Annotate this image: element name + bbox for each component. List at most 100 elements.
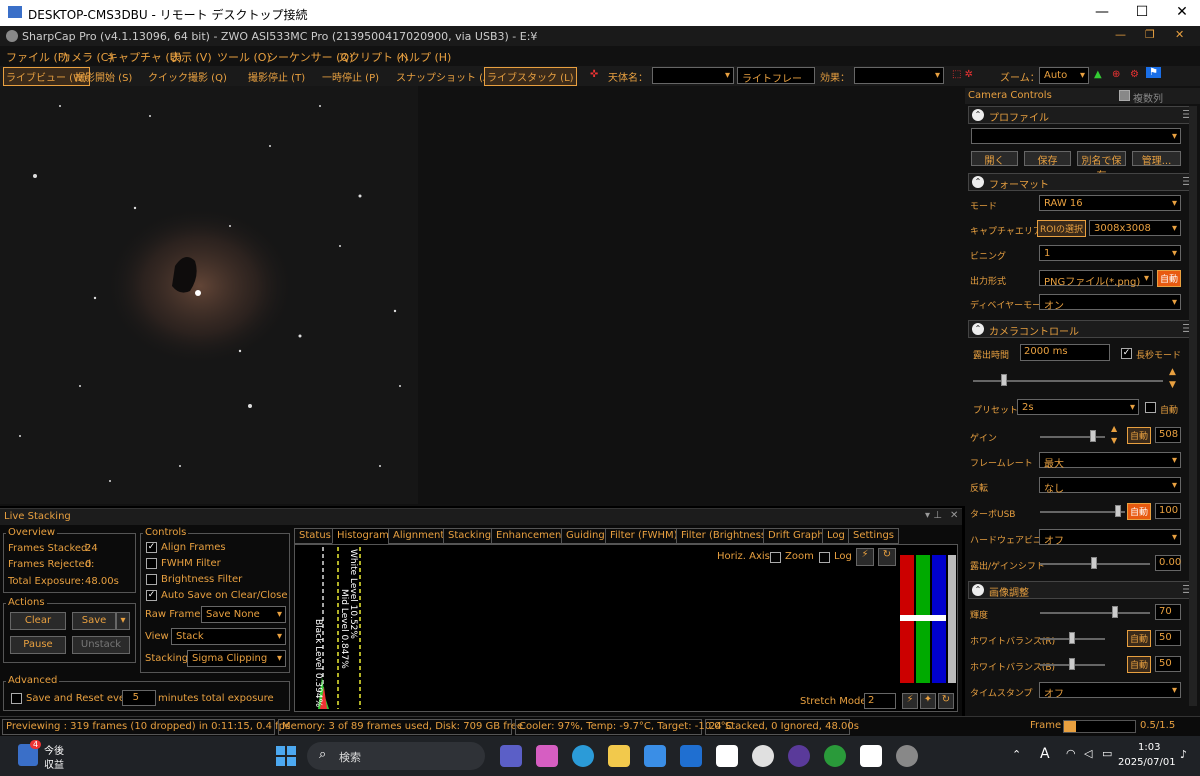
gain-down-icon[interactable]: ▼ (1111, 436, 1117, 445)
wifi-icon[interactable]: ◠ (1066, 747, 1076, 760)
wb-blue-auto-button[interactable]: 自動 (1127, 656, 1152, 673)
align-frames-checkbox[interactable]: ✓ (146, 542, 157, 553)
ime-indicator[interactable]: A (1040, 746, 1050, 762)
flip-select[interactable]: なし ▾ (1039, 477, 1181, 495)
raw-frames-select[interactable]: Save None ▾ (201, 606, 286, 623)
color-level-sliders[interactable] (900, 547, 956, 691)
image-section-header[interactable]: ⌃ 画像調整 ☰ (968, 581, 1197, 599)
stack-lightning-icon[interactable]: ⚡ (902, 693, 918, 709)
roi-select-button[interactable]: ROIの選択 (1037, 220, 1086, 237)
tray-chevron-icon[interactable]: ⌃ (1012, 748, 1021, 761)
long-exposure-checkbox[interactable]: ✓ (1121, 348, 1132, 359)
collapse-icon[interactable]: ⌃ (972, 323, 984, 335)
exposure-up-icon[interactable]: ▲ (1169, 367, 1176, 377)
menu-help[interactable]: ヘルプ (H) (398, 49, 451, 65)
start-capture-button[interactable]: 撮影開始 (S) (75, 69, 132, 84)
zoom-checkbox[interactable] (770, 552, 781, 563)
phd2-icon[interactable] (824, 745, 846, 767)
gain-auto-button[interactable]: 自動 (1127, 427, 1152, 444)
turbo-usb-value[interactable]: 100 (1155, 503, 1181, 519)
store-icon[interactable] (644, 745, 666, 767)
sharpcap-taskbar-icon[interactable] (896, 745, 918, 767)
tab-alignment[interactable]: Alignment (388, 528, 450, 544)
save-reset-checkbox[interactable] (11, 693, 22, 704)
tab-guiding[interactable]: Guiding (561, 528, 610, 544)
profile-select[interactable]: ▾ (971, 128, 1181, 144)
sw-icon[interactable] (860, 745, 882, 767)
taskbar-search[interactable]: ⌕ 検索 (307, 742, 485, 770)
luminance-slider[interactable] (948, 555, 956, 683)
shift-slider-thumb[interactable] (1091, 557, 1097, 569)
tab-filter-fwhm[interactable]: Filter (FWHM) (605, 528, 683, 544)
collapse-icon[interactable]: ⌃ (972, 176, 984, 188)
target-select[interactable]: ▾ (652, 67, 734, 84)
zoom-select[interactable]: Auto ▾ (1039, 67, 1089, 84)
log-checkbox[interactable] (819, 552, 830, 563)
wb-red-thumb[interactable] (1069, 632, 1075, 644)
panel-pin-icon[interactable]: ▾ ⊥ (925, 510, 942, 521)
turbo-usb-slider[interactable] (1040, 511, 1125, 513)
profile-manage-button[interactable]: 管理... (1132, 151, 1181, 167)
mode-select[interactable]: RAW 16 ▾ (1039, 195, 1181, 211)
frame-rate-select[interactable]: 最大 ▾ (1039, 452, 1181, 470)
menu-camera[interactable]: カメラ (C) (60, 49, 113, 65)
brightness-thumb[interactable] (1112, 606, 1118, 618)
turbo-auto-button[interactable]: 自動 (1127, 503, 1152, 520)
file-explorer-icon[interactable] (608, 745, 630, 767)
camera-controls-scrollbar[interactable] (1189, 106, 1197, 706)
clock-date[interactable]: 2025/07/01 (1118, 757, 1176, 768)
panel-close-icon[interactable]: ✕ (950, 510, 958, 521)
wb-red-value[interactable]: 50 (1155, 630, 1181, 646)
focus-icon[interactable]: ⬚ ✲ (952, 69, 973, 80)
stop-capture-button[interactable]: 撮影停止 (T) (248, 69, 305, 84)
tab-stacking[interactable]: Stacking (443, 528, 497, 544)
copilot-icon[interactable] (536, 745, 558, 767)
app-minimize-button[interactable]: — (1115, 28, 1126, 41)
zoom-tool-icon[interactable]: ⊕ (1112, 69, 1120, 80)
start-button[interactable] (276, 746, 296, 766)
gain-slider-thumb[interactable] (1090, 430, 1096, 442)
effect-select[interactable]: ▾ (854, 67, 944, 84)
maximize-button[interactable]: ☐ (1132, 4, 1152, 20)
tab-settings[interactable]: Settings (848, 528, 900, 544)
exposure-auto-checkbox[interactable] (1145, 402, 1156, 413)
shift-value[interactable]: 0.00 (1155, 555, 1181, 571)
tab-filter-brightness[interactable]: Filter (Brightness) (676, 528, 776, 544)
output-format-select[interactable]: PNGファイル(*.png) ▾ (1039, 270, 1153, 288)
stacking-select[interactable]: Sigma Clipping ▾ (187, 650, 286, 667)
notification-bell-icon[interactable]: ♪ (1180, 748, 1187, 761)
view-select[interactable]: Stack ▾ (171, 628, 286, 645)
app-close-button[interactable]: ✕ (1175, 28, 1184, 41)
stellarium-icon[interactable] (788, 745, 810, 767)
format-section-header[interactable]: ⌃ フォーマット ☰ (968, 173, 1197, 191)
volume-icon[interactable]: ◁ (1084, 747, 1092, 760)
pause-button[interactable]: 一時停止 (P) (322, 69, 379, 84)
pause-stack-button[interactable]: Pause (10, 636, 66, 654)
mid-handle[interactable] (900, 615, 946, 621)
snapshot-button[interactable]: スナップショット (A) (396, 69, 494, 84)
profile-save-button[interactable]: 保存 (1024, 151, 1071, 167)
brightness-slider[interactable] (1040, 612, 1150, 614)
multi-column-checkbox[interactable] (1119, 90, 1130, 101)
clear-button[interactable]: Clear (10, 612, 66, 630)
wb-blue-thumb[interactable] (1069, 658, 1075, 670)
save-dropdown-button[interactable]: ▾ (116, 612, 130, 630)
chrome-icon[interactable] (752, 745, 774, 767)
collapse-icon[interactable]: ⌃ (972, 584, 984, 596)
tab-status[interactable]: Status (294, 528, 336, 544)
refresh-icon[interactable]: ↻ (938, 693, 954, 709)
app-restore-button[interactable]: ❐ (1145, 28, 1155, 41)
minimize-button[interactable]: — (1092, 4, 1112, 20)
tab-log[interactable]: Log (822, 528, 850, 544)
binning-select[interactable]: 1 ▾ (1039, 245, 1181, 261)
histogram-chart[interactable] (296, 547, 896, 709)
exposure-input[interactable]: 2000 ms (1020, 344, 1110, 361)
live-stack-button[interactable]: ライブスタック (L) (484, 67, 577, 86)
exposure-down-icon[interactable]: ▼ (1169, 380, 1176, 390)
profile-section-header[interactable]: ⌃ プロファイル ☰ (968, 106, 1197, 124)
output-auto-button[interactable]: 自動 (1157, 270, 1182, 287)
reticle-icon[interactable]: ✜ (590, 69, 598, 80)
turbo-usb-thumb[interactable] (1115, 505, 1121, 517)
clock-time[interactable]: 1:03 (1138, 742, 1160, 753)
stretch-mode-select[interactable]: 2 (864, 693, 896, 709)
